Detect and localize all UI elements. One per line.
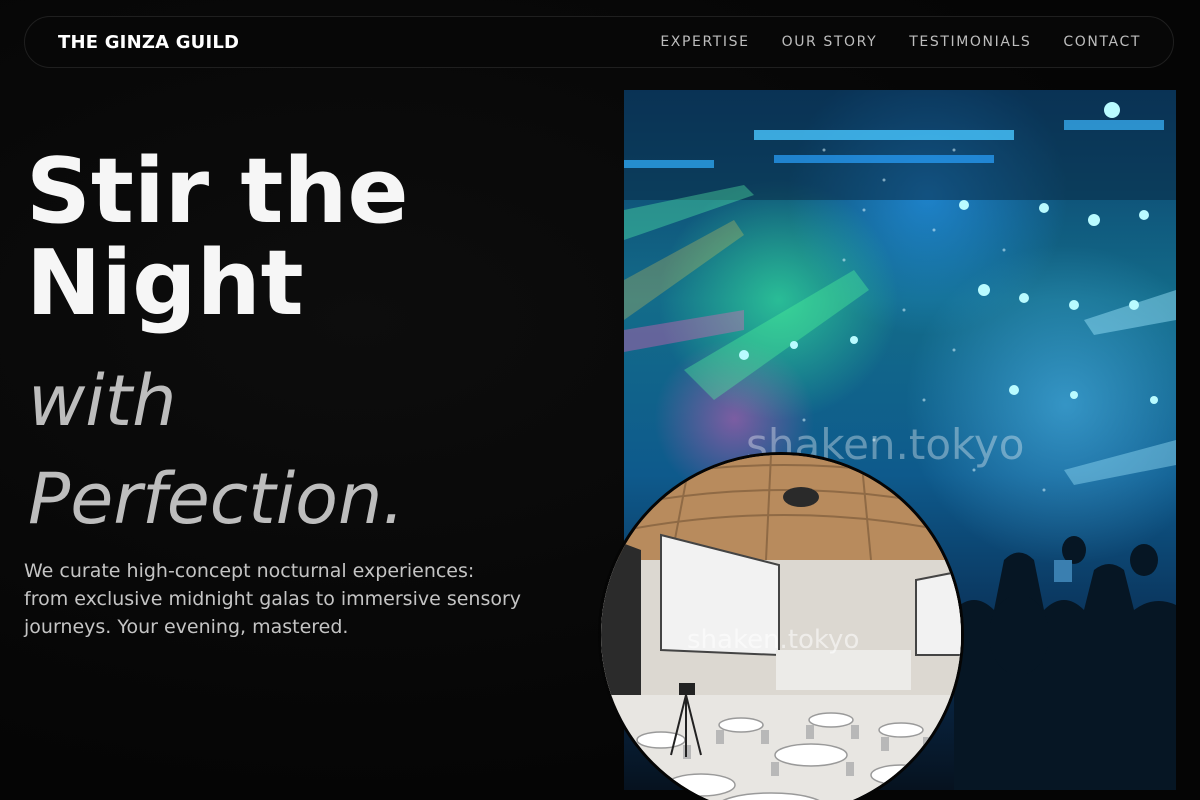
hero-description: We curate high-concept nocturnal experie… <box>24 560 522 638</box>
brand-logo[interactable]: THE GINZA GUILD <box>58 32 239 53</box>
hero-accent-line-1: with <box>28 360 177 442</box>
hero-accent-text: with Perfection. <box>28 352 405 548</box>
hero-title-line-1: Stir the <box>26 139 409 244</box>
hero-accent-line-2: Perfection. <box>28 458 405 540</box>
top-navigation: THE GINZA GUILD EXPERTISE OUR STORY TEST… <box>24 16 1174 68</box>
nav-link-testimonials[interactable]: TESTIMONIALS <box>909 34 1031 50</box>
nav-link-contact[interactable]: CONTACT <box>1063 34 1141 50</box>
hero-title: Stir the Night <box>26 146 546 330</box>
venue-watermark: shaken.tokyo <box>687 625 860 655</box>
nav-links: EXPERTISE OUR STORY TESTIMONIALS CONTACT <box>660 34 1141 50</box>
hero-title-line-2: Night <box>26 231 304 336</box>
nav-link-our-story[interactable]: OUR STORY <box>782 34 878 50</box>
landing-page: THE GINZA GUILD EXPERTISE OUR STORY TEST… <box>0 0 1200 800</box>
venue-photo-circle: shaken.tokyo <box>598 452 964 800</box>
nav-link-expertise[interactable]: EXPERTISE <box>660 34 749 50</box>
